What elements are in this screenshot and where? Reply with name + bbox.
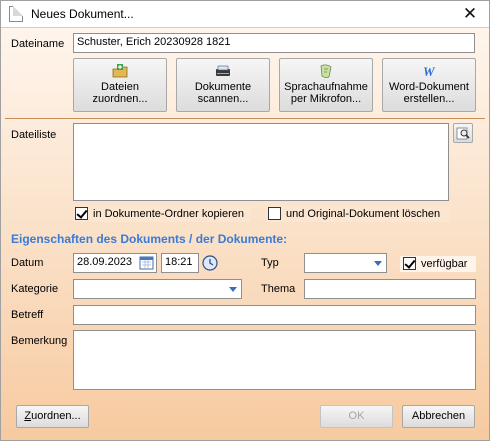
microphone-icon [320,64,332,78]
type-select[interactable] [304,253,387,273]
cancel-button[interactable]: Abbrechen [402,405,475,428]
assign-files-label-2: zuordnen... [92,93,148,105]
scan-documents-label-1: Dokumente [194,81,252,93]
filename-label: Dateiname [11,38,65,50]
assign-button[interactable]: Zuordnen... [16,405,89,428]
assign-files-label-1: Dateien [101,81,139,93]
chevron-down-icon [229,287,237,292]
dialog-content: Dateiname Schuster, Erich 20230928 1821 … [1,28,489,440]
type-label: Typ [261,257,279,269]
subject-field[interactable] [73,305,476,325]
category-select[interactable] [73,279,242,299]
scanner-icon [216,65,230,76]
new-document-dialog: Neues Dokument... ✕ Dateiname Schuster, … [0,0,490,441]
delete-original-label: und Original-Dokument löschen [286,208,441,220]
time-field[interactable]: 18:21 [161,253,199,273]
preview-button[interactable] [453,123,473,143]
voice-recording-label-1: Sprachaufnahme [284,81,368,93]
calendar-icon[interactable] [139,255,154,270]
separator-top [5,118,485,119]
date-value: 28.09.2023 [77,256,133,268]
remark-label: Bemerkung [11,335,68,347]
copy-to-folder-checkbox[interactable] [75,207,88,220]
close-button[interactable]: ✕ [457,4,483,24]
voice-recording-button[interactable]: Sprachaufnahme per Mikrofon... [279,58,373,112]
date-label: Datum [11,257,44,269]
assign-files-button[interactable]: Dateien zuordnen... [73,58,167,112]
assign-button-label: uordnen... [31,410,81,422]
document-icon [9,6,23,22]
delete-option-row[interactable]: und Original-Dokument löschen [266,206,450,222]
file-list-label: Dateiliste [11,129,57,141]
window-title: Neues Dokument... [31,7,134,21]
topic-label: Thema [261,283,296,295]
create-word-label-2: erstellen... [403,93,455,105]
copy-option-row[interactable]: in Dokumente-Ordner kopieren [73,206,251,222]
scan-documents-button[interactable]: Dokumente scannen... [176,58,270,112]
remark-field[interactable] [73,330,476,390]
magnifier-icon [456,127,470,140]
available-option-row[interactable]: verfügbar [400,256,476,272]
available-label: verfügbar [421,258,468,270]
create-word-document-button[interactable]: W Word-Dokument erstellen... [382,58,476,112]
title-bar[interactable]: Neues Dokument... ✕ [1,1,489,28]
word-icon: W [423,64,436,79]
svg-text:W: W [423,64,436,79]
copy-to-folder-label: in Dokumente-Ordner kopieren [93,208,245,220]
available-checkbox[interactable] [403,257,416,270]
topic-field[interactable] [304,279,476,299]
ok-button[interactable]: OK [320,405,393,428]
chevron-down-icon [374,261,382,266]
file-list[interactable] [73,123,449,201]
delete-original-checkbox[interactable] [268,207,281,220]
folder-add-icon [112,64,128,78]
filename-field[interactable]: Schuster, Erich 20230928 1821 [73,33,475,53]
clock-icon[interactable] [202,255,218,271]
section-title: Eigenschaften des Dokuments / der Dokume… [11,232,288,246]
category-label: Kategorie [11,283,59,295]
scan-documents-label-2: scannen... [197,93,249,105]
create-word-label-1: Word-Dokument [389,81,469,93]
subject-label: Betreff [11,309,44,321]
voice-recording-label-2: per Mikrofon... [290,93,362,105]
